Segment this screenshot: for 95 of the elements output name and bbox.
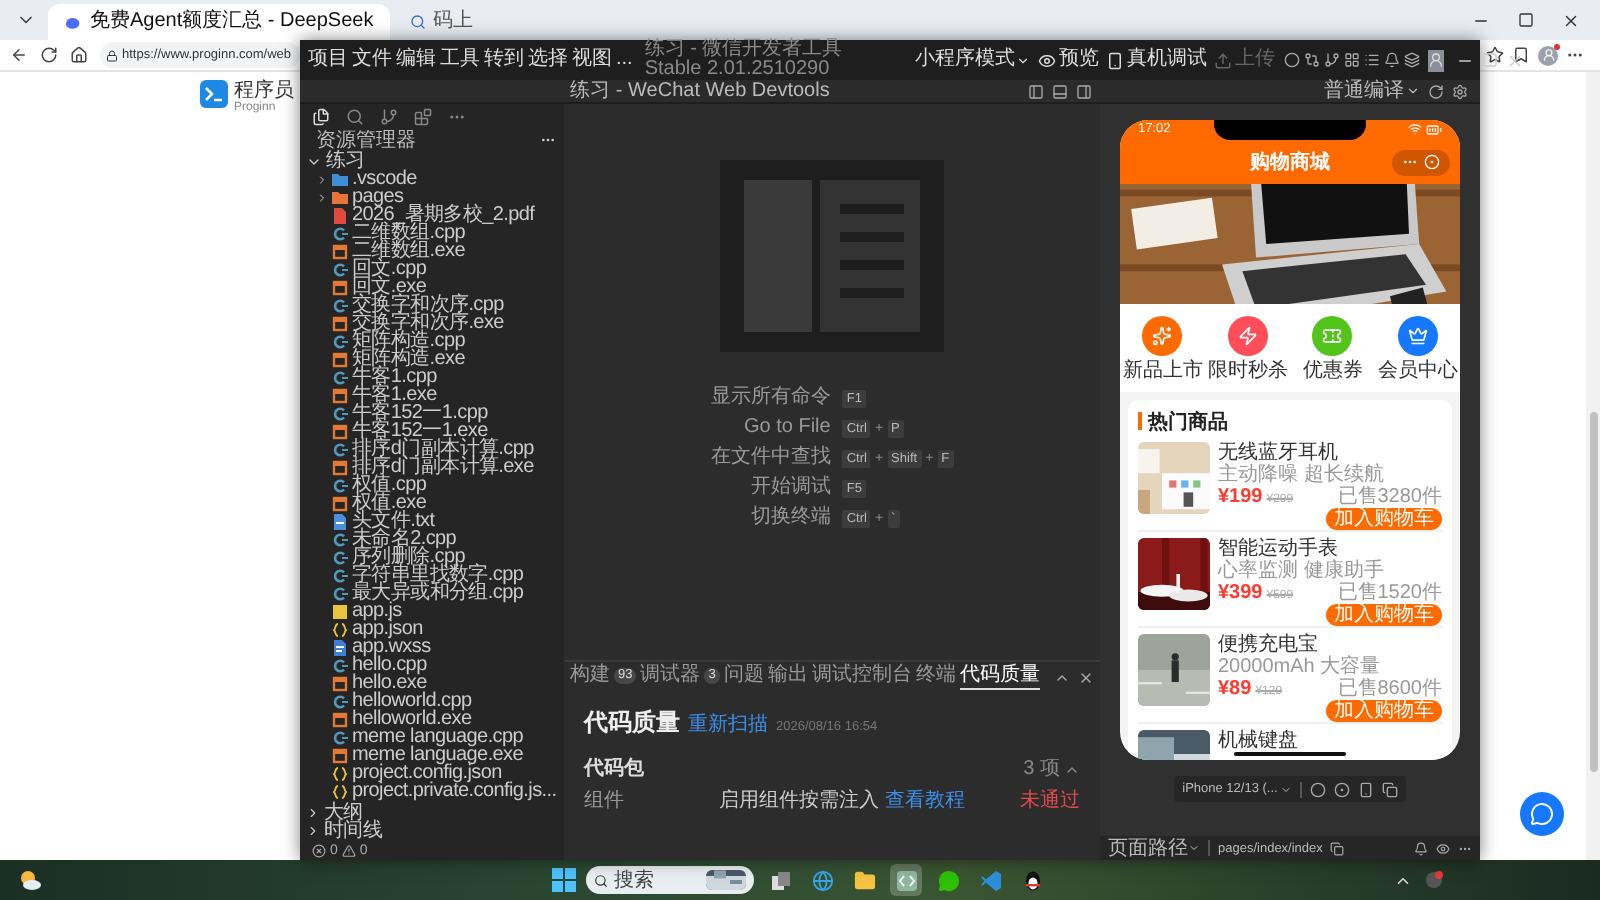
toolbar-button[interactable]: 预览	[1036, 48, 1101, 72]
item-count: 3 项	[1023, 758, 1060, 782]
file-item[interactable]: 2026_暑期多校_2.pdf	[300, 206, 564, 224]
file-item[interactable]: 头文件.txt	[300, 512, 564, 530]
menu-item[interactable]: 视图	[572, 48, 612, 72]
file-item[interactable]: meme language.exe	[300, 746, 564, 764]
menu-item[interactable]: 编辑	[396, 48, 436, 72]
explorer-title: 资源管理器	[316, 129, 416, 151]
file-item[interactable]: 矩阵构造.cpp	[300, 332, 564, 350]
file-item[interactable]: 回文.cpp	[300, 260, 564, 278]
menu-item[interactable]: 文件	[352, 48, 392, 72]
sidebar-section[interactable]: 时间线	[300, 822, 564, 840]
product-description: 20000mAh 大容量	[1218, 656, 1383, 678]
rescan-link[interactable]: 重新扫描	[688, 710, 768, 738]
panel-tab[interactable]: 代码质量	[959, 664, 1040, 690]
rule-description: 启用组件按需注入 查看教程	[719, 790, 965, 814]
group-label: 代码包	[584, 758, 644, 782]
folder-item[interactable]: .vscode	[300, 170, 564, 188]
shortcut-label: 显示所有命令	[710, 388, 831, 408]
file-item[interactable]: 权值.exe	[300, 494, 564, 512]
file-item[interactable]: 二维数组.cpp	[300, 224, 564, 242]
panel-title: 代码质量	[584, 708, 680, 736]
file-item[interactable]: 交换字和次序.exe	[300, 314, 564, 332]
file-item[interactable]: 字符串里找数字.cpp	[300, 566, 564, 584]
menu-item[interactable]: 选择	[528, 48, 568, 72]
panel-tab[interactable]: 调试控制台	[811, 664, 912, 690]
file-item[interactable]: 未命名2.cpp	[300, 530, 564, 548]
file-item[interactable]: 牛客152一1.exe	[300, 422, 564, 440]
toolbar-button[interactable]: 真机调试	[1104, 48, 1209, 72]
file-item[interactable]: 牛客152一1.cpp	[300, 404, 564, 422]
file-item[interactable]: 排序d门副本计算.exe	[300, 458, 564, 476]
file-item[interactable]: project.private.config.js...	[300, 782, 564, 800]
folder-item[interactable]: 练习	[300, 152, 564, 170]
panel-tab[interactable]: 输出	[767, 664, 808, 690]
product-description: 主动降噪 超长续航	[1218, 464, 1386, 486]
file-item[interactable]: 牛客1.cpp	[300, 368, 564, 386]
sold-count: 已售8600件	[1337, 678, 1442, 700]
panel-tab[interactable]: 终端	[915, 664, 956, 690]
menu-item[interactable]: 转到	[484, 48, 524, 72]
browser-tab[interactable]: 免费Agent额度汇总 - DeepSeek	[48, 4, 390, 40]
category-label: 优惠券	[1302, 359, 1363, 381]
product-name: 便携充电宝	[1218, 634, 1320, 656]
shortcut-label: 开始调试	[750, 478, 831, 498]
product-description: 心率监测 健康助手	[1218, 560, 1386, 582]
site-name: 程序员	[234, 80, 294, 102]
menu-item[interactable]: 工具	[440, 48, 480, 72]
panel-tab[interactable]: 问题	[723, 664, 764, 690]
product-name: 智能运动手表	[1218, 538, 1338, 560]
page-path-dropdown[interactable]: 页面路径	[1108, 837, 1200, 859]
rule-status: 未通过	[1020, 790, 1080, 814]
rule-category: 组件	[584, 790, 626, 814]
file-item[interactable]: 矩阵构造.exe	[300, 350, 564, 368]
toolbar-button[interactable]: 小程序模式	[912, 48, 1033, 72]
product-price: ¥399	[1218, 582, 1263, 604]
product-name: 机械键盘	[1218, 730, 1300, 752]
sold-count: 已售1520件	[1337, 582, 1442, 604]
file-item[interactable]: meme language.cpp	[300, 728, 564, 746]
file-item[interactable]: 排序d门副本计算.cpp	[300, 440, 564, 458]
file-item[interactable]: project.config.json	[300, 764, 564, 782]
product-price: ¥89	[1218, 678, 1252, 700]
category-label: 会员中心	[1377, 359, 1458, 381]
compile-mode-dropdown[interactable]: 普通编译	[1324, 80, 1420, 102]
shortcut-label: Go to File	[743, 418, 831, 438]
file-item[interactable]: hello.cpp	[300, 656, 564, 674]
file-item[interactable]: helloworld.exe	[300, 710, 564, 728]
file-item[interactable]: app.js	[300, 602, 564, 620]
project-title: 练习 - WeChat Web Devtools	[570, 80, 830, 102]
file-item[interactable]: app.json	[300, 620, 564, 638]
tutorial-link[interactable]: 查看教程	[884, 790, 965, 812]
file-item[interactable]: 牛客1.exe	[300, 386, 564, 404]
product-price: ¥199	[1218, 486, 1263, 508]
file-item[interactable]: 最大异或和分组.cpp	[300, 584, 564, 602]
page-title: 购物商城	[1250, 148, 1330, 176]
shortcut-label: 在文件中查找	[710, 448, 831, 468]
file-item[interactable]: 交换字和次序.cpp	[300, 296, 564, 314]
sidebar-section[interactable]: 大纲	[300, 804, 564, 822]
file-item[interactable]: 序列删除.cpp	[300, 548, 564, 566]
file-item[interactable]: helloworld.cpp	[300, 692, 564, 710]
sold-count: 已售3280件	[1337, 486, 1442, 508]
file-item[interactable]: hello.exe	[300, 674, 564, 692]
folder-item[interactable]: pages	[300, 188, 564, 206]
section-title: 热门商品	[1148, 408, 1228, 435]
category-label: 新品上市	[1122, 359, 1203, 381]
shortcut-label: 切换终端	[750, 508, 831, 528]
menu-item[interactable]: ...	[616, 48, 633, 72]
file-item[interactable]: app.wxss	[300, 638, 564, 656]
menu-item[interactable]: 项目	[308, 48, 348, 72]
window-title: 练习 - 微信开发者工具 Stable 2.01.2510290	[644, 40, 845, 80]
file-item[interactable]: 权值.cpp	[300, 476, 564, 494]
file-item[interactable]: 回文.exe	[300, 278, 564, 296]
file-item[interactable]: 二维数组.exe	[300, 242, 564, 260]
category-label: 限时秒杀	[1207, 359, 1288, 381]
search-field[interactable]: 搜索	[586, 866, 754, 894]
browser-tab[interactable]: 码上	[393, 4, 490, 40]
product-name: 无线蓝牙耳机	[1218, 442, 1338, 464]
